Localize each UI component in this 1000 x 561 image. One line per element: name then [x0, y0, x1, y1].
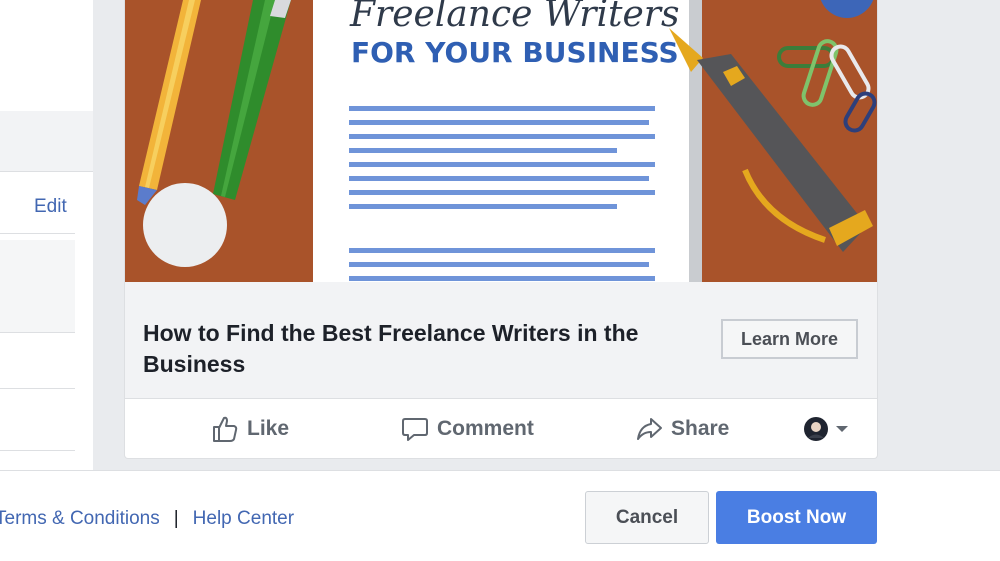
terms-conditions-link[interactable]: Terms & Conditions: [0, 508, 160, 529]
learn-more-button[interactable]: Learn More: [721, 319, 858, 359]
link-title[interactable]: How to Find the Best Freelance Writers i…: [143, 318, 703, 380]
like-thumb-icon: [213, 416, 238, 442]
share-label: Share: [671, 416, 730, 440]
comment-label: Comment: [437, 416, 534, 440]
edit-link[interactable]: Edit: [34, 196, 67, 218]
help-center-link[interactable]: Help Center: [193, 508, 294, 529]
divider: [0, 388, 75, 389]
left-panel-header-band: [0, 111, 93, 172]
divider: [0, 233, 75, 234]
post-link-image[interactable]: Freelance Writers FOR YOUR BUSINESS: [125, 0, 877, 282]
left-panel-selected-row[interactable]: [0, 240, 75, 333]
comment-bubble-icon: [402, 417, 428, 441]
share-button[interactable]: Share: [635, 399, 729, 458]
footer-separator: |: [173, 508, 179, 529]
footer-links: Terms & Conditions | Help Center: [0, 508, 294, 530]
image-heading-script: Freelance Writers: [349, 0, 679, 35]
comment-button[interactable]: Comment: [401, 399, 534, 458]
caret-down-icon: [836, 426, 848, 432]
link-preview-box[interactable]: How to Find the Best Freelance Writers i…: [125, 282, 877, 399]
profile-avatar-icon: [804, 417, 828, 441]
post-action-bar: Like Comment Share: [125, 399, 877, 458]
image-heading-bold: FOR YOUR BUSINESS: [351, 36, 679, 69]
like-button[interactable]: Like: [211, 399, 289, 458]
left-settings-panel: Edit: [0, 0, 94, 470]
divider: [0, 450, 75, 451]
post-as-selector[interactable]: [803, 416, 851, 442]
post-preview-card: Freelance Writers FOR YOUR BUSINESS How …: [124, 0, 878, 459]
page-profile-circle: [143, 183, 227, 267]
boost-now-button[interactable]: Boost Now: [716, 491, 877, 544]
like-label: Like: [247, 416, 290, 440]
cancel-button[interactable]: Cancel: [585, 491, 709, 544]
dialog-footer: Terms & Conditions | Help Center Cancel Bo…: [0, 470, 1000, 561]
share-arrow-icon: [637, 417, 662, 440]
